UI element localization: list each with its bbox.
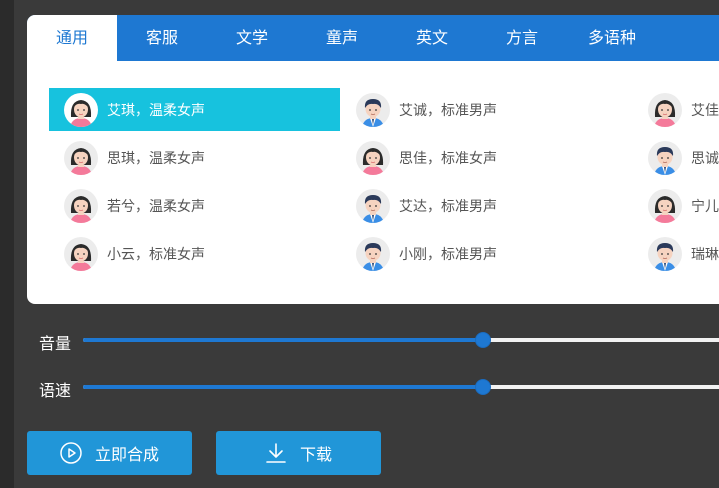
speed-slider[interactable] (83, 379, 719, 395)
voice-item[interactable]: 思佳，标准女声 (341, 136, 632, 179)
female-avatar-icon (648, 188, 682, 223)
voice-item-label: 艾琪，温柔女声 (107, 102, 205, 119)
voice-item[interactable]: 思诚 (633, 136, 719, 179)
download-icon (266, 443, 286, 463)
volume-slider-thumb[interactable] (475, 332, 491, 348)
tab-child-voice[interactable]: 童声 (297, 15, 387, 61)
voice-item[interactable]: 艾达，标准男声 (341, 184, 632, 227)
tab-general[interactable]: 通用 (27, 15, 117, 61)
play-circle-icon (60, 442, 82, 464)
male-avatar-icon (356, 188, 390, 223)
speed-slider-fill (83, 385, 483, 389)
speed-label: 语速 (39, 381, 72, 400)
female-avatar-icon (356, 140, 390, 175)
synthesize-button[interactable]: 立即合成 (27, 431, 192, 475)
male-avatar-icon (648, 236, 682, 271)
voice-selection-card: 通用 客服 文学 童声 英文 方言 多语种 艾琪，温柔女声 艾诚，标准男声 艾佳思琪… (27, 15, 719, 304)
synthesize-button-label: 立即合成 (95, 445, 160, 464)
voice-item-label: 宁儿 (691, 198, 719, 215)
voice-item[interactable]: 若兮，温柔女声 (49, 184, 340, 227)
download-button[interactable]: 下载 (216, 431, 381, 475)
voice-item[interactable]: 艾琪，温柔女声 (49, 88, 340, 131)
voice-category-tabs: 通用 客服 文学 童声 英文 方言 多语种 (27, 15, 719, 61)
download-button-label: 下载 (300, 445, 333, 464)
female-avatar-icon (64, 92, 98, 127)
voice-item[interactable]: 小云，标准女声 (49, 232, 340, 275)
tab-dialect[interactable]: 方言 (477, 15, 567, 61)
voice-item-label: 艾佳 (691, 102, 719, 119)
voice-item-label: 思诚 (691, 150, 719, 167)
voice-item[interactable]: 瑞琳 (633, 232, 719, 275)
voice-item[interactable]: 思琪，温柔女声 (49, 136, 340, 179)
voice-item[interactable]: 艾佳 (633, 88, 719, 131)
voice-item-label: 艾达，标准男声 (399, 198, 497, 215)
tab-multilingual[interactable]: 多语种 (567, 15, 657, 61)
tab-english[interactable]: 英文 (387, 15, 477, 61)
tab-customer-service[interactable]: 客服 (117, 15, 207, 61)
volume-slider[interactable] (83, 332, 719, 348)
voice-item-label: 思佳，标准女声 (399, 150, 497, 167)
voice-item[interactable]: 艾诚，标准男声 (341, 88, 632, 131)
voice-item-label: 艾诚，标准男声 (399, 102, 497, 119)
female-avatar-icon (64, 188, 98, 223)
female-avatar-icon (64, 236, 98, 271)
female-avatar-icon (648, 92, 682, 127)
tab-literature[interactable]: 文学 (207, 15, 297, 61)
speed-slider-thumb[interactable] (475, 379, 491, 395)
male-avatar-icon (356, 236, 390, 271)
voice-item[interactable]: 宁儿 (633, 184, 719, 227)
voice-item-label: 若兮，温柔女声 (107, 198, 205, 215)
female-avatar-icon (64, 140, 98, 175)
voice-item-label: 瑞琳 (691, 246, 719, 263)
male-avatar-icon (648, 140, 682, 175)
volume-slider-fill (83, 338, 483, 342)
voice-item-label: 小云，标准女声 (107, 246, 205, 263)
voice-item-label: 思琪，温柔女声 (107, 150, 205, 167)
voice-item-label: 小刚，标准男声 (399, 246, 497, 263)
volume-label: 音量 (39, 334, 72, 353)
voice-item[interactable]: 小刚，标准男声 (341, 232, 632, 275)
male-avatar-icon (356, 92, 390, 127)
